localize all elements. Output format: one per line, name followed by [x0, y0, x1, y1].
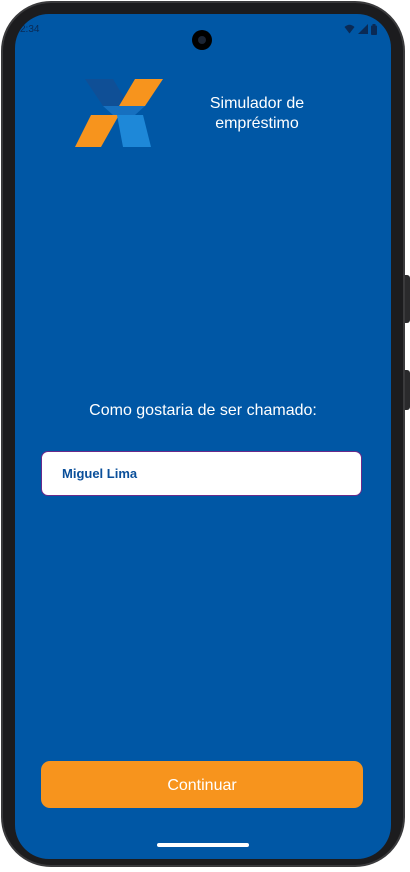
app-title: Simulador de empréstimo: [177, 94, 337, 134]
name-input[interactable]: [41, 451, 362, 496]
name-prompt-label: Como gostaria de ser chamado:: [89, 402, 317, 419]
home-indicator[interactable]: [157, 843, 249, 847]
front-camera: [192, 30, 212, 50]
app-screen: 2:34 Simulador de empréstimo Como gostar…: [15, 14, 391, 859]
caixa-x-logo: [75, 79, 163, 147]
volume-button: [405, 370, 410, 410]
signal-icon: [358, 24, 368, 34]
status-time: 2:34: [20, 24, 40, 35]
power-button: [405, 275, 410, 323]
app-title-line2: empréstimo: [215, 115, 299, 132]
phone-frame: 2:34 Simulador de empréstimo Como gostar…: [0, 0, 410, 872]
status-icons: [344, 23, 377, 35]
wifi-icon: [344, 24, 355, 34]
continue-button[interactable]: Continuar: [41, 761, 363, 808]
battery-icon: [371, 23, 377, 35]
app-title-line1: Simulador de: [209, 95, 305, 112]
status-bar: 2:34: [15, 14, 391, 50]
